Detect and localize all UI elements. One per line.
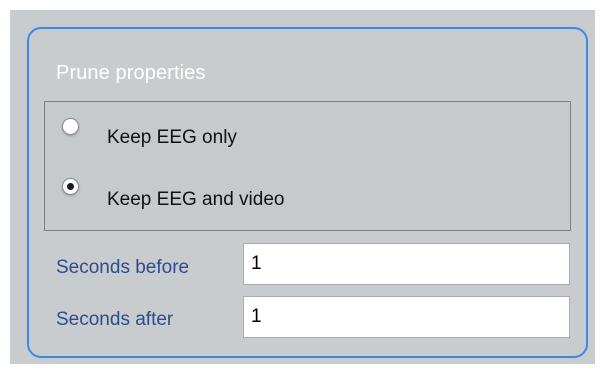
radio-button-keep-eeg-only[interactable] [62, 118, 79, 135]
radio-label-keep-eeg-and-video[interactable]: Keep EEG and video [107, 189, 284, 211]
prune-mode-radio-group [44, 101, 571, 231]
radio-option-keep-eeg-only[interactable] [62, 118, 79, 135]
seconds-before-label: Seconds before [56, 257, 190, 278]
radio-option-keep-eeg-and-video[interactable] [62, 178, 79, 195]
seconds-after-input[interactable] [243, 296, 570, 338]
radio-label-keep-eeg-only[interactable]: Keep EEG only [107, 127, 237, 149]
seconds-before-input[interactable] [243, 243, 570, 285]
radio-button-keep-eeg-and-video[interactable] [62, 178, 79, 195]
seconds-after-label: Seconds after [56, 309, 174, 330]
group-title: Prune properties [56, 62, 206, 84]
